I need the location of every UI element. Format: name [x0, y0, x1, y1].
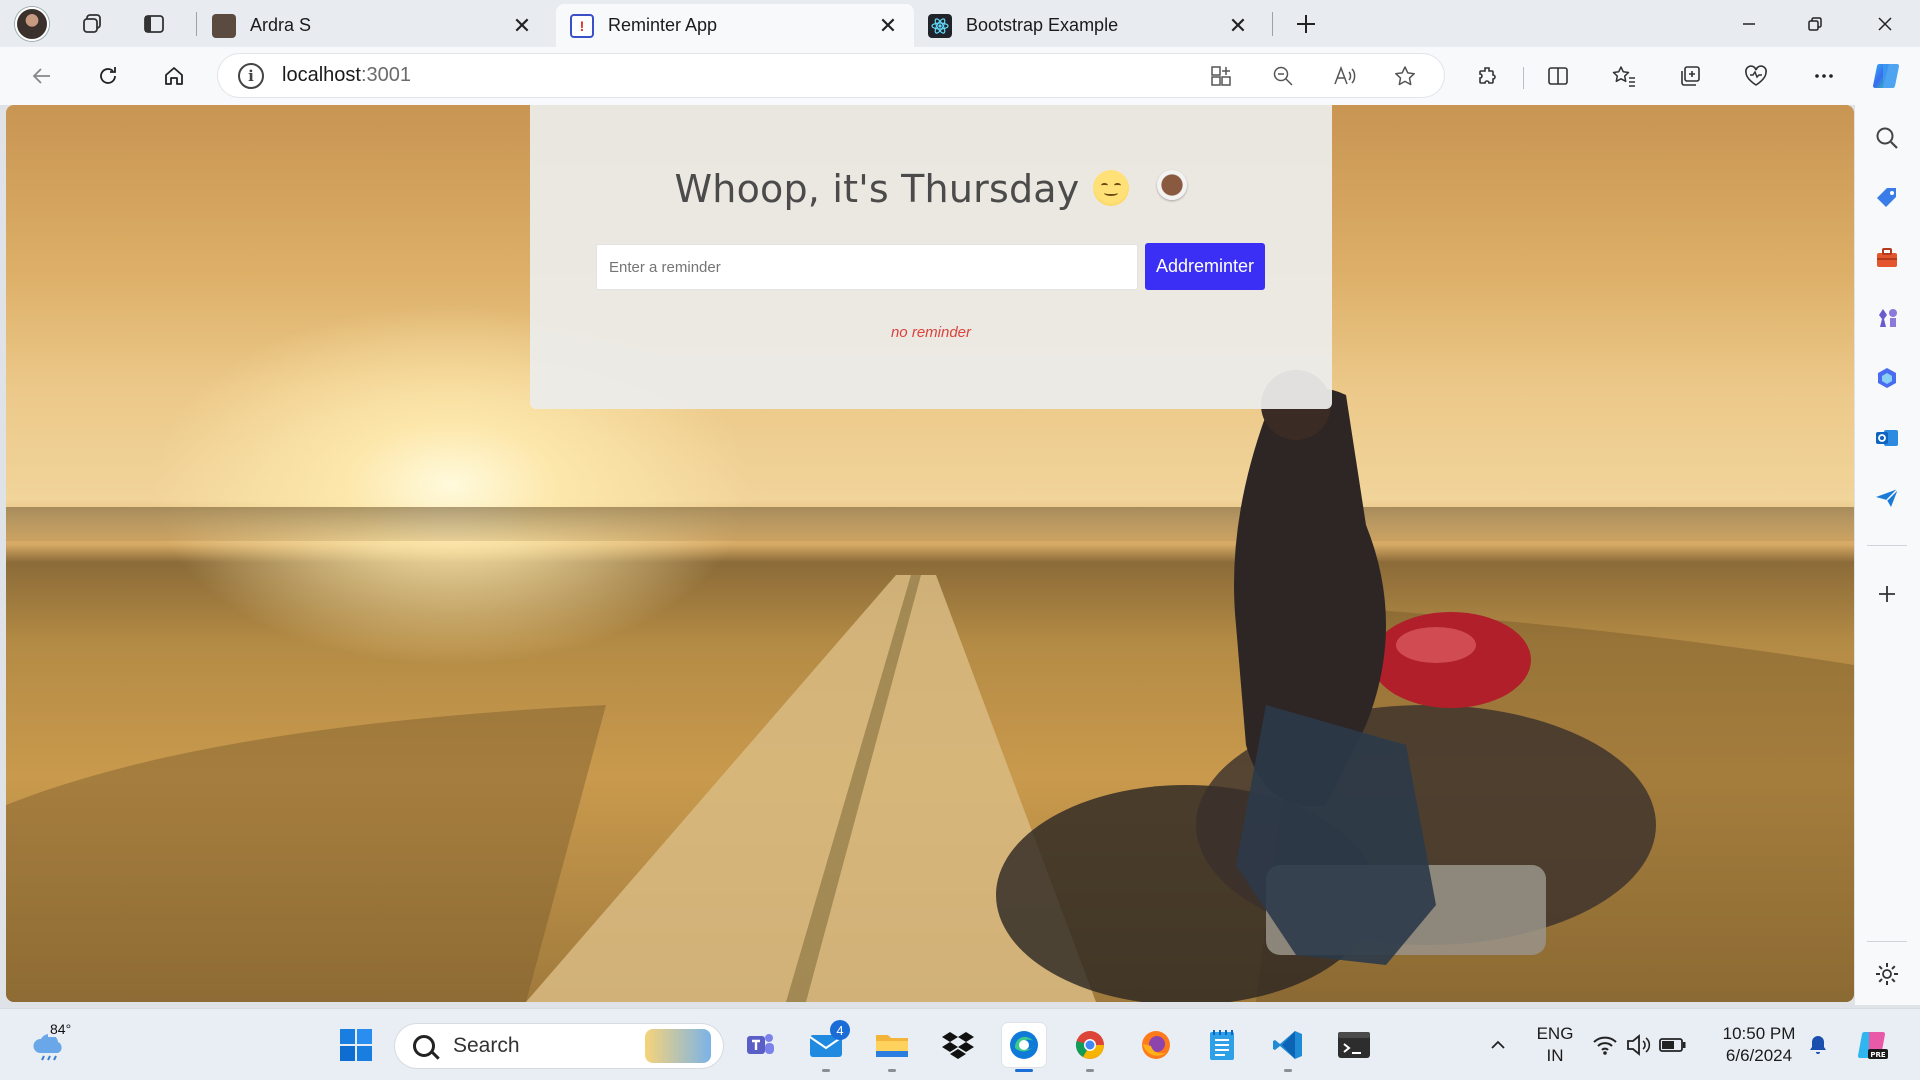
workspaces-icon[interactable]	[74, 6, 110, 42]
microsoft-365-icon[interactable]	[1872, 363, 1902, 393]
mail-badge: 4	[830, 1020, 850, 1040]
weather-widget[interactable]: 84°	[28, 1021, 74, 1067]
tab-reminter-app[interactable]: ! Reminter App ✕	[556, 4, 914, 47]
site-info-icon[interactable]: i	[238, 62, 264, 89]
terminal-icon[interactable]	[1332, 1023, 1376, 1067]
tab-actions-icon[interactable]	[136, 6, 172, 42]
close-window-button[interactable]	[1852, 0, 1918, 47]
add-icon[interactable]	[1872, 579, 1902, 609]
svg-text:PRE: PRE	[1870, 1051, 1886, 1059]
collections-icon[interactable]	[1670, 56, 1710, 96]
mail-icon[interactable]: 4	[804, 1020, 850, 1072]
notifications-bell-icon[interactable]	[1796, 1023, 1840, 1067]
weather-temperature: 84°	[48, 1021, 74, 1037]
language-indicator[interactable]: ENG IN	[1522, 1023, 1588, 1067]
close-icon[interactable]: ✕	[510, 13, 534, 39]
edge-browser-icon[interactable]	[1002, 1023, 1046, 1072]
tab-label: Ardra S	[250, 15, 312, 35]
empty-state-message: no reminder	[890, 324, 972, 341]
avatar	[15, 7, 49, 41]
back-button[interactable]	[22, 56, 62, 96]
search-icon	[413, 1035, 435, 1057]
settings-gear-icon[interactable]	[1872, 959, 1902, 989]
favorites-icon[interactable]	[1604, 56, 1644, 96]
region-code: IN	[1546, 1046, 1564, 1065]
search-label: Search	[453, 1034, 520, 1057]
running-indicator	[888, 1069, 896, 1072]
running-indicator	[1284, 1069, 1292, 1072]
quick-settings[interactable]	[1590, 1023, 1694, 1067]
more-options-icon[interactable]	[1804, 56, 1844, 96]
reminder-input[interactable]	[596, 244, 1138, 290]
title-text: Whoop, it's Thursday	[674, 167, 1080, 211]
reminder-app-card: Whoop, it's Thursday Addreminter no remi…	[530, 105, 1332, 409]
windows-taskbar: 84° Search 4 ENG IN 10:50 PM 6/6/2024 PR…	[0, 1008, 1920, 1080]
firefox-icon[interactable]	[1134, 1023, 1178, 1067]
outlook-icon[interactable]	[1872, 423, 1902, 453]
coffee-cup-icon	[1157, 170, 1188, 200]
running-indicator	[1086, 1069, 1094, 1072]
browser-toolbar: i localhost:3001	[0, 47, 1920, 105]
copilot-preview-icon[interactable]: PRE	[1850, 1023, 1894, 1067]
running-indicator	[822, 1069, 830, 1072]
url-port: :3001	[360, 64, 411, 86]
close-icon[interactable]: ✕	[1226, 13, 1250, 39]
send-icon[interactable]	[1872, 483, 1902, 513]
sidebar-divider	[1867, 545, 1907, 546]
smiling-face-emoji-icon	[1093, 170, 1130, 206]
profile-photo-icon	[212, 13, 236, 38]
minimize-button[interactable]	[1716, 0, 1782, 47]
sidebar-divider	[1867, 941, 1907, 942]
copilot-icon[interactable]	[1866, 56, 1906, 96]
tools-icon[interactable]	[1872, 243, 1902, 273]
edge-sidebar	[1855, 105, 1920, 1005]
taskbar-search[interactable]: Search	[395, 1024, 723, 1068]
teams-icon[interactable]	[738, 1023, 782, 1067]
extensions-icon[interactable]	[1468, 56, 1508, 96]
tab-bootstrap-example[interactable]: Bootstrap Example ✕	[914, 4, 1264, 47]
close-icon[interactable]: ✕	[876, 13, 900, 39]
search-highlight-icon	[645, 1029, 711, 1063]
tab-label: Reminter App	[608, 15, 718, 35]
tab-strip: Ardra S ✕ ! Reminter App ✕ Bootstrap Exa…	[0, 0, 1920, 47]
page-viewport: Whoop, it's Thursday Addreminter no remi…	[6, 105, 1854, 1002]
start-button[interactable]	[334, 1023, 378, 1067]
split-screen-icon[interactable]	[1538, 56, 1578, 96]
home-button[interactable]	[154, 56, 194, 96]
active-indicator	[1015, 1069, 1033, 1072]
address-bar[interactable]: i localhost:3001	[218, 54, 1444, 97]
file-explorer-icon[interactable]	[870, 1023, 914, 1072]
language-code: ENG	[1536, 1024, 1574, 1043]
chrome-icon[interactable]	[1068, 1023, 1112, 1072]
tab-ardra[interactable]: Ardra S ✕	[198, 4, 548, 47]
vscode-icon[interactable]	[1266, 1023, 1310, 1072]
search-icon[interactable]	[1872, 123, 1902, 153]
browser-essentials-icon[interactable]	[1736, 56, 1776, 96]
refresh-button[interactable]	[88, 56, 128, 96]
url-host: localhost	[282, 64, 361, 86]
app-available-icon[interactable]	[1208, 63, 1234, 89]
tab-divider	[196, 12, 197, 36]
new-tab-button[interactable]	[1288, 6, 1324, 42]
reminter-app-icon: !	[570, 13, 594, 38]
show-hidden-icons-chevron-icon[interactable]	[1476, 1023, 1520, 1067]
dropbox-icon[interactable]	[936, 1023, 980, 1067]
games-icon[interactable]	[1872, 303, 1902, 333]
shopping-tag-icon[interactable]	[1872, 183, 1902, 213]
favorite-star-icon[interactable]	[1392, 63, 1418, 89]
page-title: Whoop, it's Thursday	[530, 167, 1332, 211]
zoom-out-icon[interactable]	[1270, 63, 1296, 89]
profile-avatar-button[interactable]	[14, 6, 50, 42]
restore-button[interactable]	[1782, 0, 1848, 47]
tab-divider	[1272, 12, 1273, 36]
tab-label: Bootstrap Example	[966, 15, 1119, 35]
react-icon	[928, 13, 952, 38]
add-reminder-button[interactable]: Addreminter	[1145, 243, 1265, 290]
read-aloud-icon[interactable]	[1332, 63, 1358, 89]
notepad-icon[interactable]	[1200, 1023, 1244, 1067]
toolbar-divider	[1523, 67, 1524, 89]
